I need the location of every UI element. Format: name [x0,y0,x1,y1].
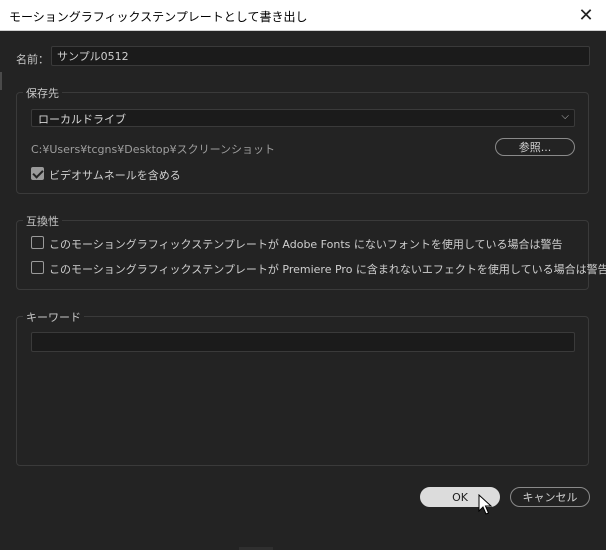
compatibility-group: 互換性 [16,213,589,290]
keywords-input[interactable] [31,332,575,352]
chevron-down-icon: ⌵ [561,111,569,122]
name-input[interactable] [51,46,590,66]
warn-effects-label: このモーショングラフィックステンプレートが Premiere Pro に含まれな… [49,263,606,276]
warn-fonts-label: このモーショングラフィックステンプレートが Adobe Fonts にないフォン… [49,238,563,251]
window-title: モーショングラフィックステンプレートとして書き出し [9,10,308,24]
warn-effects-checkbox[interactable] [31,261,44,274]
browse-button[interactable]: 参照... [495,138,575,156]
destination-select[interactable]: ローカルドライブ ⌵ [31,109,575,127]
name-label: 名前： [16,53,49,66]
destination-select-value: ローカルドライブ [38,113,126,126]
close-icon[interactable]: ✕ [566,0,606,31]
include-thumbnail-checkbox[interactable] [31,167,44,180]
keywords-legend: キーワード [23,309,84,325]
title-bar: モーショングラフィックステンプレートとして書き出し ✕ [0,0,606,31]
destination-path: C:¥Users¥tcgns¥Desktop¥スクリーンショット [31,143,276,156]
cancel-button[interactable]: キャンセル [510,487,590,507]
mouse-pointer-icon [478,494,492,515]
include-thumbnail-label: ビデオサムネールを含める [49,169,181,182]
compatibility-legend: 互換性 [23,213,62,229]
left-edge-accent [0,72,2,90]
destination-legend: 保存先 [23,85,62,101]
warn-fonts-checkbox[interactable] [31,236,44,249]
